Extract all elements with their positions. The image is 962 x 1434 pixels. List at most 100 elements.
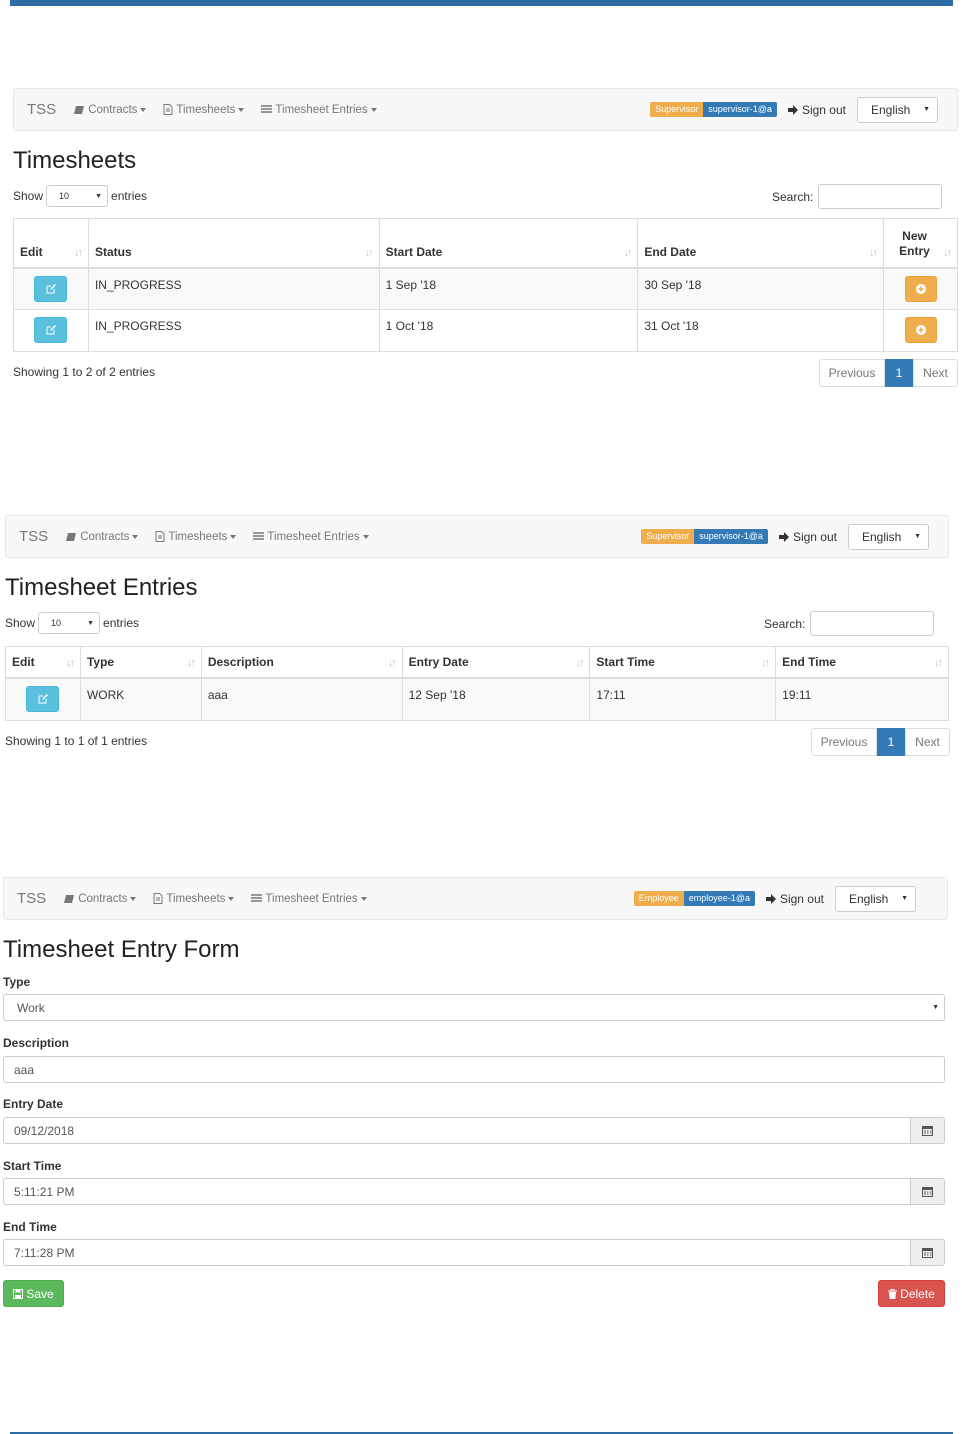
col-new-entry[interactable]: New Entry ↓↑ — [883, 218, 958, 269]
nav-timesheets-label: Timesheets — [166, 892, 226, 905]
col-label: Edit — [20, 244, 43, 259]
nav-timesheet-entries[interactable]: Timesheet Entries — [253, 531, 369, 543]
nav-timesheets[interactable]: Timesheets — [155, 531, 237, 543]
page-title: Timesheet Entry Form — [3, 936, 240, 963]
col-edit[interactable]: Edit ↓↑ — [13, 218, 89, 269]
new-entry-button[interactable] — [904, 317, 937, 343]
sign-out-link[interactable]: Sign out — [778, 530, 837, 544]
start-time-picker-button[interactable] — [911, 1178, 945, 1205]
entries-label: entries — [103, 616, 140, 630]
next-button[interactable]: Next — [913, 359, 958, 387]
next-button[interactable]: Next — [905, 728, 950, 756]
entries-label: entries — [111, 189, 148, 203]
sign-out-link[interactable]: Sign out — [765, 892, 824, 906]
search-control: Search: — [772, 184, 943, 209]
edit-cell — [13, 267, 89, 310]
end-time-group: 7:11:28 PM — [3, 1239, 945, 1266]
nav-timesheet-entries[interactable]: Timesheet Entries — [261, 104, 377, 116]
language-value: English — [862, 529, 902, 544]
entry-date-group: 09/12/2018 — [3, 1117, 945, 1144]
nav-contracts[interactable]: Contracts — [66, 531, 139, 543]
entry-date-input[interactable]: 09/12/2018 — [3, 1117, 911, 1144]
sort-icon: ↓↑ — [575, 656, 584, 669]
sign-out-link[interactable]: Sign out — [787, 102, 846, 117]
pagination: Previous 1 Next — [811, 728, 950, 756]
end-time-input[interactable]: 7:11:28 PM — [3, 1239, 911, 1266]
col-edit[interactable]: Edit ↓↑ — [5, 646, 81, 679]
language-select[interactable]: English ▼ — [857, 96, 938, 123]
status-cell: IN_PROGRESS — [87, 309, 380, 352]
type-value: Work — [17, 1000, 45, 1015]
language-select[interactable]: English ▼ — [835, 885, 916, 912]
caret-icon — [140, 107, 147, 112]
page-length-select[interactable]: 10 ▼ — [38, 612, 101, 634]
edit-button[interactable] — [34, 275, 68, 302]
start-time-input[interactable]: 5:11:21 PM — [3, 1178, 911, 1205]
col-end-date[interactable]: End Date ↓↑ — [637, 218, 884, 269]
save-button[interactable]: Save — [3, 1280, 64, 1307]
nav-contracts[interactable]: Contracts — [64, 893, 137, 905]
edit-icon — [38, 693, 48, 703]
previous-button[interactable]: Previous — [811, 728, 877, 756]
table-row: IN_PROGRESS 1 Sep '18 30 Sep '18 — [13, 267, 958, 310]
pagination: Previous 1 Next — [819, 359, 958, 387]
sign-out-label: Sign out — [801, 102, 846, 117]
calendar-icon — [922, 1248, 933, 1258]
search-input[interactable] — [810, 611, 935, 636]
caret-icon — [360, 896, 367, 901]
nav-timesheet-entries[interactable]: Timesheet Entries — [251, 893, 367, 905]
col-status[interactable]: Status ↓↑ — [87, 218, 380, 269]
page-length-select[interactable]: 10 ▼ — [46, 185, 109, 207]
delete-label: Delete — [900, 1286, 935, 1301]
brand-link[interactable]: TSS — [27, 101, 56, 118]
col-end-time[interactable]: End Time ↓↑ — [775, 646, 949, 679]
col-start-date[interactable]: Start Date ↓↑ — [378, 218, 639, 269]
nav-contracts[interactable]: Contracts — [74, 103, 147, 116]
brand-link[interactable]: TSS — [17, 890, 46, 907]
page-1-button[interactable]: 1 — [885, 359, 913, 387]
language-value: English — [871, 102, 911, 117]
edit-cell — [5, 677, 81, 721]
file-icon — [155, 531, 165, 542]
language-select[interactable]: English ▼ — [848, 523, 929, 550]
entry-date-cell: 12 Sep '18 — [401, 677, 591, 721]
caret-icon — [132, 534, 139, 539]
col-type[interactable]: Type ↓↑ — [79, 646, 202, 679]
role-badge: Supervisor — [650, 102, 704, 117]
delete-button[interactable]: Delete — [878, 1280, 945, 1307]
user-badge: employee-1@a — [683, 891, 755, 906]
role-badge: Supervisor — [641, 529, 695, 544]
language-value: English — [849, 891, 889, 906]
table-header-row: Edit ↓↑ Status ↓↑ Start Date ↓↑ End Date ↓↑ … — [13, 218, 958, 269]
table-row: IN_PROGRESS 1 Oct '18 31 Oct '18 — [13, 309, 958, 352]
sort-icon: ↓↑ — [387, 656, 397, 669]
search-input[interactable] — [818, 184, 943, 209]
description-label: Description — [3, 1036, 70, 1050]
page-1-button[interactable]: 1 — [877, 728, 905, 756]
nav-contracts-label: Contracts — [88, 103, 138, 116]
end-time-picker-button[interactable] — [911, 1239, 945, 1266]
brand-link[interactable]: TSS — [19, 528, 48, 545]
nav-timesheets[interactable]: Timesheets — [163, 104, 245, 116]
entry-date-picker-button[interactable] — [911, 1117, 945, 1144]
description-input[interactable]: aaa — [3, 1056, 945, 1083]
list-icon — [251, 894, 263, 903]
col-label-line2: Entry — [899, 243, 930, 258]
caret-icon — [228, 896, 235, 901]
col-start-time[interactable]: Start Time ↓↑ — [589, 646, 777, 679]
end-date-cell: 30 Sep '18 — [637, 267, 884, 310]
previous-button[interactable]: Previous — [819, 359, 885, 387]
type-select[interactable]: Work ▼ — [3, 994, 945, 1021]
table-row: WORK aaa 12 Sep '18 17:11 19:11 — [5, 677, 949, 721]
new-entry-button[interactable] — [904, 275, 937, 302]
col-description[interactable]: Description ↓↑ — [200, 646, 403, 679]
edit-button[interactable] — [26, 685, 60, 712]
user-badge: supervisor-1@a — [703, 102, 777, 117]
col-label: Type — [86, 654, 115, 669]
nav-timesheets[interactable]: Timesheets — [153, 892, 235, 905]
search-control: Search: — [764, 611, 935, 636]
timesheets-table: Edit ↓↑ Status ↓↑ Start Date ↓↑ End Date ↓↑ … — [13, 218, 958, 352]
edit-button[interactable] — [34, 317, 68, 343]
timesheet-entries-table: Edit ↓↑ Type ↓↑ Description ↓↑ Entry Date ↓↑… — [5, 646, 949, 721]
col-entry-date[interactable]: Entry Date ↓↑ — [401, 646, 591, 679]
